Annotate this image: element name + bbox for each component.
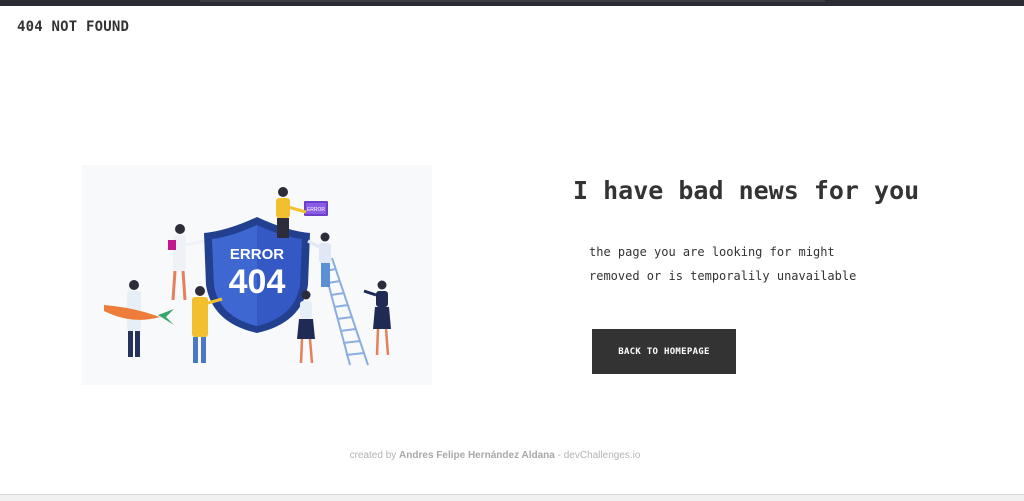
page-headline: I have bad news for you <box>573 176 920 205</box>
footer-separator: - <box>554 450 564 461</box>
laptop-error-text: ERROR <box>307 207 325 213</box>
footer-credits: created by Andres Felipe Hernández Aldan… <box>0 450 990 461</box>
error-message-line-1: the page you are looking for might <box>589 245 835 259</box>
footer-prefix: created by <box>349 450 400 461</box>
shield-error-text: ERROR <box>230 246 284 263</box>
error-404-illustration: ERROR 404 ERROR <box>82 165 432 385</box>
back-to-homepage-button[interactable]: BACK TO HOMEPAGE <box>592 329 736 374</box>
browser-top-strip-inner <box>200 0 825 2</box>
site-logo[interactable]: 404 NOT FOUND <box>17 19 129 35</box>
error-message: the page you are looking for might remov… <box>589 240 856 288</box>
footer-author-link[interactable]: Andres Felipe Hernández Aldana <box>399 450 555 461</box>
shield-404-text: 404 <box>229 263 286 301</box>
error-message-line-2: removed or is temporalily unavailable <box>589 269 857 283</box>
browser-top-strip <box>0 0 1024 6</box>
footer-site-link[interactable]: devChallenges.io <box>564 450 641 461</box>
